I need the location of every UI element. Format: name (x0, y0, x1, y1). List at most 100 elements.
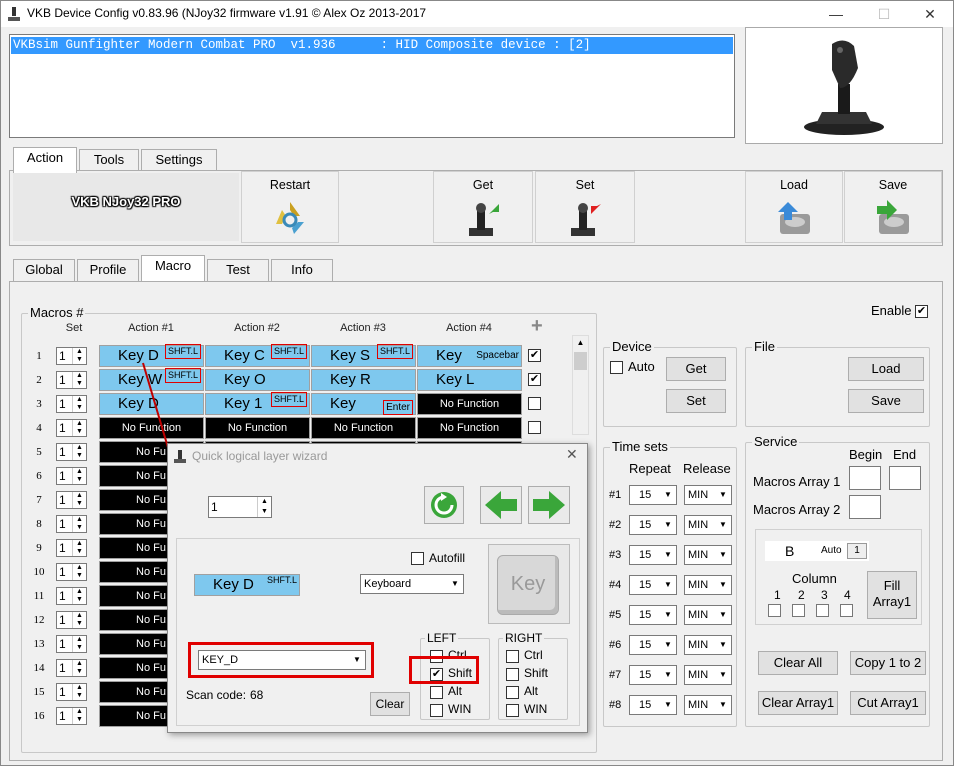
macro-set-spinner[interactable]: 1 ▲ ▼ (56, 371, 87, 389)
column-2-checkbox[interactable] (792, 604, 805, 617)
key-capture-button[interactable]: Key (488, 544, 570, 624)
macro-key-cell[interactable]: Key S SHFT.L (311, 344, 416, 367)
macro-set-spinner[interactable]: 1 ▲ ▼ (56, 515, 87, 533)
macro-set-spinner[interactable]: 1 ▲ ▼ (56, 539, 87, 557)
no-function-cell[interactable]: No Function (417, 417, 522, 439)
file-save-button[interactable]: Save (848, 389, 924, 413)
spin-arrows[interactable]: ▲ ▼ (72, 612, 86, 628)
array2-begin-input[interactable] (849, 495, 881, 519)
right-shift-checkbox[interactable] (506, 668, 519, 681)
macro-set-spinner[interactable]: 1 ▲ ▼ (56, 563, 87, 581)
spin-arrows[interactable]: ▲ ▼ (72, 444, 86, 460)
tab-tools[interactable]: Tools (79, 149, 139, 171)
macro-scrollbar[interactable]: ▲ (572, 335, 589, 435)
tab-info[interactable]: Info (271, 259, 333, 281)
macro-enable-checkbox[interactable]: ✔ (528, 373, 541, 386)
tab-settings[interactable]: Settings (141, 149, 217, 171)
release-select[interactable]: MIN ▼ (684, 545, 732, 565)
spin-arrows[interactable]: ▲ ▼ (72, 492, 86, 508)
macro-set-spinner[interactable]: 1 ▲ ▼ (56, 635, 87, 653)
tab-profile[interactable]: Profile (77, 259, 139, 281)
spin-arrows[interactable]: ▲ ▼ (72, 396, 86, 412)
wizard-clear-button[interactable]: Clear (370, 692, 410, 716)
no-function-cell[interactable]: No Function (205, 417, 310, 439)
macro-enable-checkbox[interactable] (528, 421, 541, 434)
right-alt-checkbox[interactable] (506, 686, 519, 699)
get-button[interactable]: Get (433, 171, 533, 243)
device-set-button[interactable]: Set (666, 389, 726, 413)
spin-arrows[interactable]: ▲ ▼ (72, 468, 86, 484)
macro-set-spinner[interactable]: 1 ▲ ▼ (56, 659, 87, 677)
release-select[interactable]: MIN ▼ (684, 605, 732, 625)
no-function-cell[interactable]: No Function (311, 417, 416, 439)
maximize-button[interactable]: ☐ (861, 1, 907, 27)
repeat-select[interactable]: 15 ▼ (629, 635, 677, 655)
spin-arrows[interactable]: ▲ ▼ (72, 348, 86, 364)
set-button[interactable]: Set (535, 171, 635, 243)
minimize-button[interactable]: — (813, 1, 859, 27)
spin-arrows[interactable]: ▲ ▼ (72, 540, 86, 556)
macro-key-cell[interactable]: Key Spacebar (417, 345, 522, 367)
macro-set-spinner[interactable]: 1 ▲ ▼ (56, 683, 87, 701)
column-3-checkbox[interactable] (816, 604, 829, 617)
enable-checkbox[interactable]: ✔ (915, 305, 928, 318)
macro-key-cell[interactable]: Key C SHFT.L (205, 344, 310, 367)
wizard-type-select[interactable]: Keyboard ▼ (360, 574, 464, 594)
spin-arrows[interactable]: ▲ ▼ (72, 684, 86, 700)
macro-key-cell[interactable]: Key Enter (311, 393, 416, 415)
wizard-spin-arrows[interactable]: ▲ ▼ (257, 497, 271, 517)
release-select[interactable]: MIN ▼ (684, 635, 732, 655)
clear-array1-button[interactable]: Clear Array1 (758, 691, 838, 715)
tab-action[interactable]: Action (13, 147, 77, 173)
restart-button[interactable]: Restart (241, 171, 339, 243)
macro-set-spinner[interactable]: 1 ▲ ▼ (56, 395, 87, 413)
wizard-refresh-button[interactable] (424, 486, 464, 524)
macro-set-spinner[interactable]: 1 ▲ ▼ (56, 611, 87, 629)
macro-set-spinner[interactable]: 1 ▲ ▼ (56, 587, 87, 605)
release-select[interactable]: MIN ▼ (684, 695, 732, 715)
array1-begin-input[interactable] (849, 466, 881, 490)
device-list-item[interactable]: VKBsim Gunfighter Modern Combat PRO v1.9… (11, 37, 733, 54)
spin-arrows[interactable]: ▲ ▼ (72, 516, 86, 532)
copy-1-to-2-button[interactable]: Copy 1 to 2 (850, 651, 926, 675)
tab-macro[interactable]: Macro (141, 255, 205, 281)
right-ctrl-checkbox[interactable] (506, 650, 519, 663)
spin-arrows[interactable]: ▲ ▼ (72, 564, 86, 580)
save-button[interactable]: Save (844, 171, 942, 243)
wizard-prev-button[interactable] (480, 486, 522, 524)
macro-key-cell[interactable]: Key 1 SHFT.L (205, 392, 310, 415)
release-select[interactable]: MIN ▼ (684, 515, 732, 535)
fill-array-button[interactable]: Fill Array1 (867, 571, 917, 619)
macro-set-spinner[interactable]: 1 ▲ ▼ (56, 419, 87, 437)
release-select[interactable]: MIN ▼ (684, 665, 732, 685)
release-select[interactable]: MIN ▼ (684, 575, 732, 595)
spin-arrows[interactable]: ▲ ▼ (72, 660, 86, 676)
column-1-checkbox[interactable] (768, 604, 781, 617)
device-get-button[interactable]: Get (666, 357, 726, 381)
tab-test[interactable]: Test (207, 259, 269, 281)
repeat-select[interactable]: 15 ▼ (629, 515, 677, 535)
fill-auto-spinner[interactable]: 1 (847, 543, 867, 559)
macro-enable-checkbox[interactable] (528, 397, 541, 410)
left-win-checkbox[interactable] (430, 704, 443, 717)
spin-arrows[interactable]: ▲ ▼ (72, 636, 86, 652)
repeat-select[interactable]: 15 ▼ (629, 695, 677, 715)
macro-key-cell[interactable]: Key L (417, 369, 522, 391)
cut-array1-button[interactable]: Cut Array1 (850, 691, 926, 715)
device-auto-checkbox[interactable] (610, 361, 623, 374)
add-action-icon[interactable]: + (531, 315, 543, 338)
wizard-close-button[interactable]: ✕ (566, 446, 578, 463)
repeat-select[interactable]: 15 ▼ (629, 545, 677, 565)
right-win-checkbox[interactable] (506, 704, 519, 717)
left-alt-checkbox[interactable] (430, 686, 443, 699)
repeat-select[interactable]: 15 ▼ (629, 665, 677, 685)
close-button[interactable]: ✕ (907, 1, 953, 27)
macro-set-spinner[interactable]: 1 ▲ ▼ (56, 347, 87, 365)
tab-global[interactable]: Global (13, 259, 75, 281)
wizard-index-spinner[interactable]: 1 ▲ ▼ (208, 496, 272, 518)
macro-set-spinner[interactable]: 1 ▲ ▼ (56, 467, 87, 485)
macro-key-cell[interactable]: Key O (205, 369, 310, 391)
clear-all-button[interactable]: Clear All (758, 651, 838, 675)
column-4-checkbox[interactable] (840, 604, 853, 617)
repeat-select[interactable]: 15 ▼ (629, 575, 677, 595)
